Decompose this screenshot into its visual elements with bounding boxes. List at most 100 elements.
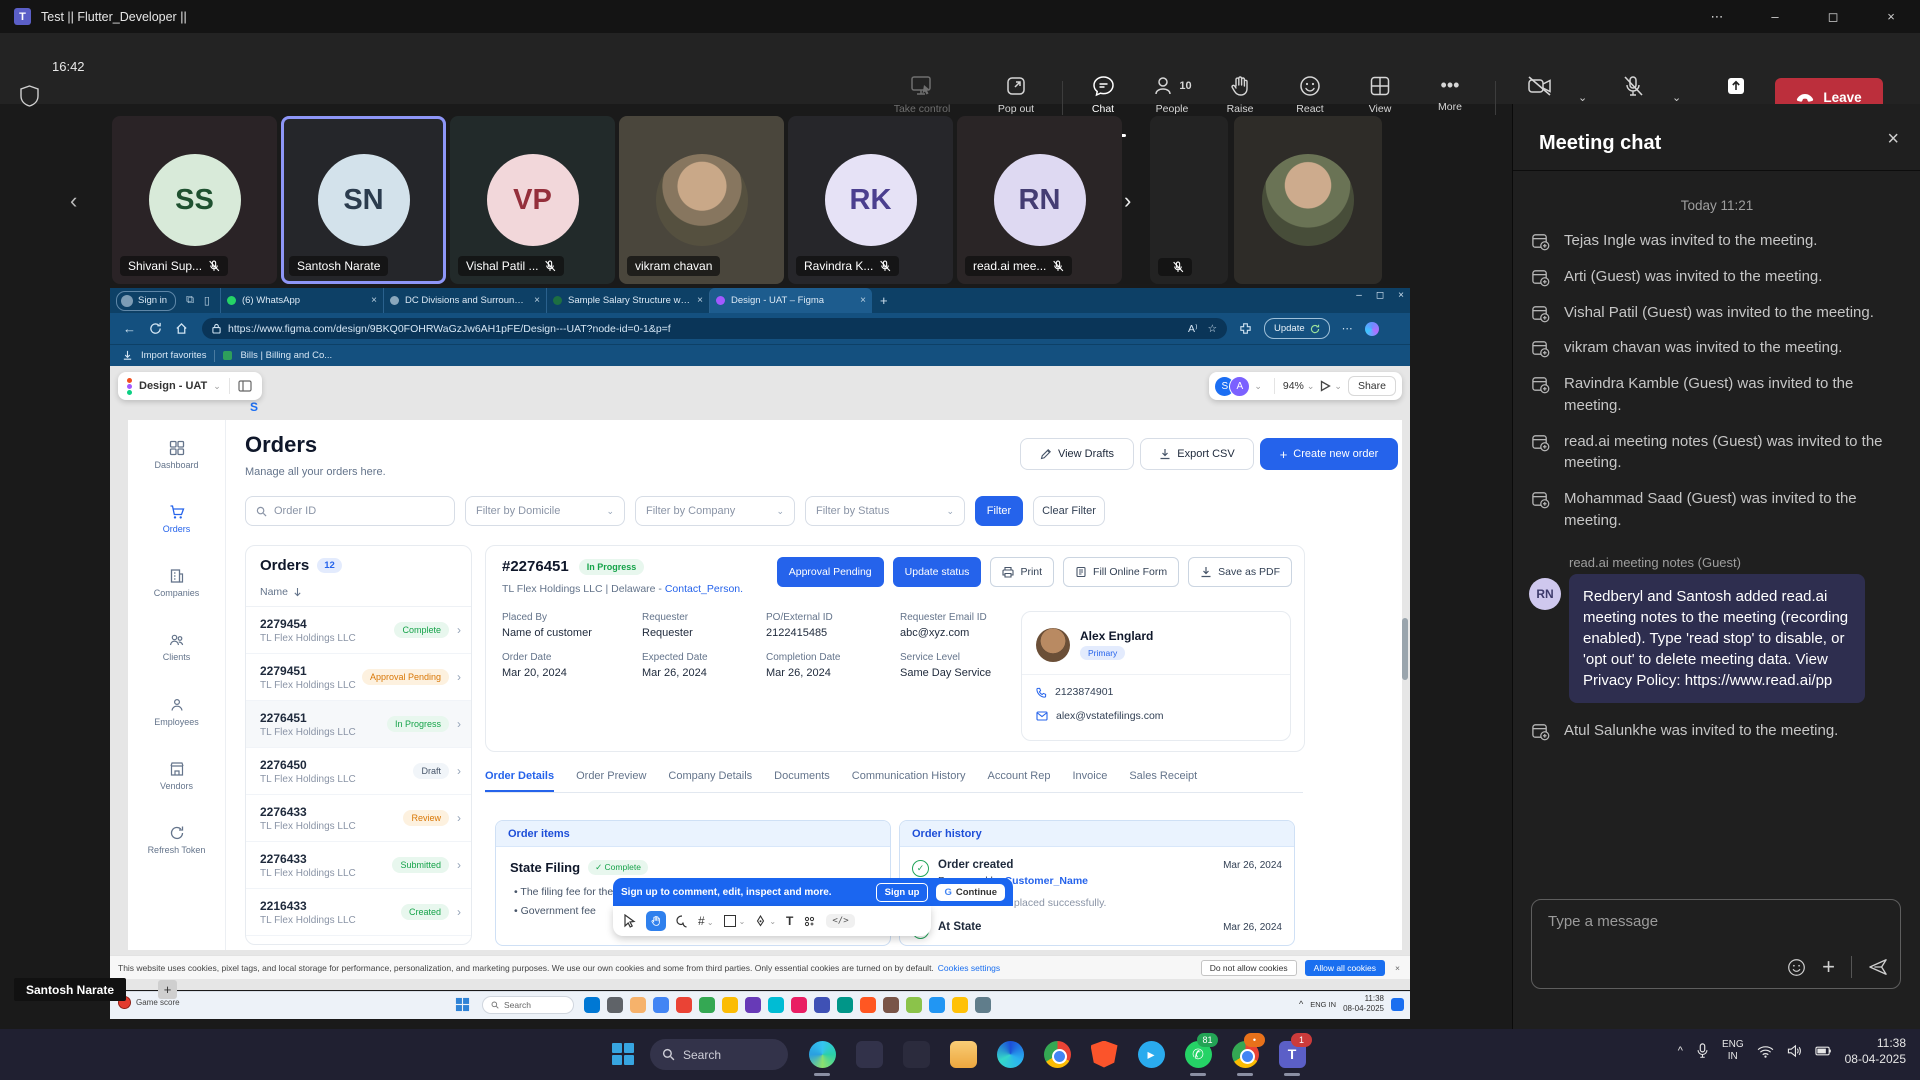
detail-tab[interactable]: Documents	[774, 770, 830, 792]
bookmark-link[interactable]: Bills | Billing and Co...	[240, 350, 332, 361]
move-tool-icon[interactable]	[623, 914, 636, 928]
sidebar-item-refresh-token[interactable]: Refresh Token	[128, 825, 225, 855]
remote-app-icon[interactable]	[699, 997, 715, 1013]
tray-mic-icon[interactable]	[1696, 1043, 1709, 1059]
detail-tab[interactable]: Company Details	[668, 770, 752, 792]
contact-phone[interactable]: 2123874901	[1055, 686, 1113, 698]
text-tool-icon[interactable]: T	[786, 914, 793, 928]
remote-app-icon[interactable]	[814, 997, 830, 1013]
filter-status-select[interactable]: Filter by Status⌄	[805, 496, 965, 526]
remote-app-icon[interactable]	[584, 997, 600, 1013]
detail-tab[interactable]: Account Rep	[988, 770, 1051, 792]
chat-button[interactable]: Chat	[1075, 75, 1131, 115]
taskbar-app-icon[interactable]	[946, 1037, 980, 1071]
zoom-chevron-icon[interactable]: ⌄	[1307, 381, 1315, 392]
remote-app-icon[interactable]	[791, 997, 807, 1013]
taskbar-app-icon[interactable]	[899, 1037, 933, 1071]
google-continue-button[interactable]: GContinue	[936, 884, 1005, 901]
hand-tool-icon[interactable]	[646, 911, 666, 931]
window-close-icon[interactable]: ×	[1862, 0, 1920, 33]
dev-mode-toggle[interactable]: </>	[826, 914, 854, 928]
taskbar-app-icon[interactable]	[1040, 1037, 1074, 1071]
export-csv-button[interactable]: Export CSV	[1140, 438, 1254, 470]
view-drafts-button[interactable]: View Drafts	[1020, 438, 1134, 470]
present-icon[interactable]	[1320, 380, 1331, 392]
window-more-icon[interactable]: ⋯	[1688, 0, 1746, 33]
participant-tile[interactable]: vikram chavan	[619, 116, 784, 284]
remote-app-icon[interactable]	[745, 997, 761, 1013]
approval-pending-button[interactable]: Approval Pending	[777, 557, 884, 587]
start-button[interactable]	[612, 1043, 634, 1065]
taskbar-app-icon[interactable]	[1087, 1037, 1121, 1071]
taskbar-app-icon[interactable]: •	[1228, 1037, 1262, 1071]
remote-app-icon[interactable]	[768, 997, 784, 1013]
cookie-settings-link[interactable]: Cookies settings	[938, 963, 1000, 973]
remote-app-icon[interactable]	[837, 997, 853, 1013]
detail-tab[interactable]: Sales Receipt	[1129, 770, 1197, 792]
detail-tab[interactable]: Communication History	[852, 770, 966, 792]
participant-tile[interactable]	[1150, 116, 1228, 284]
remote-app-icon[interactable]	[975, 997, 991, 1013]
volume-icon[interactable]	[1787, 1044, 1802, 1058]
doc-title-chevron-icon[interactable]: ⌄	[213, 381, 221, 392]
extensions-icon[interactable]	[1239, 322, 1252, 335]
copilot-icon[interactable]	[1365, 322, 1379, 336]
sidebar-item-dashboard[interactable]: Dashboard	[128, 440, 225, 470]
figma-signup-button[interactable]: Sign up	[876, 883, 929, 902]
participant-tile[interactable]: SS Shivani Sup...	[112, 116, 277, 284]
order-list-row[interactable]: 2216433 TL Flex Holdings LLC Created ›	[246, 889, 471, 936]
order-list-row[interactable]: 2276433 TL Flex Holdings LLC Submitted ›	[246, 842, 471, 889]
contact-email[interactable]: alex@vstatefilings.com	[1056, 710, 1164, 722]
participant-tile[interactable]: RK Ravindra K...	[788, 116, 953, 284]
language-indicator[interactable]: ENG IN	[1722, 1039, 1744, 1063]
vertical-tabs-icon[interactable]: ▯	[204, 294, 210, 307]
home-icon[interactable]	[175, 322, 188, 335]
order-list-row[interactable]: 2276433 TL Flex Holdings LLC Review ›	[246, 795, 471, 842]
sidebar-item-companies[interactable]: Companies	[128, 568, 225, 598]
order-list-row[interactable]: 2276451 TL Flex Holdings LLC In Progress…	[246, 701, 471, 748]
refresh-icon[interactable]	[149, 322, 162, 335]
remote-app-icon[interactable]	[676, 997, 692, 1013]
detail-tab[interactable]: Order Details	[485, 770, 554, 792]
layout-panel-icon[interactable]	[238, 380, 252, 392]
more-button[interactable]: ••• More	[1422, 75, 1478, 113]
pop-out-button[interactable]: Pop out	[985, 75, 1047, 115]
remote-start-icon[interactable]	[455, 997, 470, 1012]
tiles-scroll-left-icon[interactable]: ‹	[70, 188, 77, 214]
window-maximize-icon[interactable]: ◻	[1804, 0, 1862, 33]
chat-close-icon[interactable]: ×	[1887, 128, 1899, 151]
zoom-level[interactable]: 94%	[1283, 380, 1304, 392]
tab-close-icon[interactable]: ×	[371, 295, 377, 306]
order-id-search-input[interactable]: Order ID	[245, 496, 455, 526]
clear-filter-button[interactable]: Clear Filter	[1033, 496, 1105, 526]
order-list-row[interactable]: 2279454 TL Flex Holdings LLC Complete ›	[246, 607, 471, 654]
sidebar-item-clients[interactable]: Clients	[128, 632, 225, 662]
remote-notification-badge[interactable]	[1391, 998, 1404, 1011]
tab-close-icon[interactable]: ×	[697, 295, 703, 306]
taskbar-app-icon[interactable]	[852, 1037, 886, 1071]
deny-cookies-button[interactable]: Do not allow cookies	[1201, 960, 1297, 976]
remote-app-icon[interactable]	[630, 997, 646, 1013]
attach-plus-icon[interactable]: +	[1822, 956, 1835, 978]
taskbar-app-icon[interactable]	[993, 1037, 1027, 1071]
remote-app-icon[interactable]	[653, 997, 669, 1013]
tab-actions-icon[interactable]: ⧉	[186, 294, 194, 307]
filter-company-select[interactable]: Filter by Company⌄	[635, 496, 795, 526]
detail-tab[interactable]: Invoice	[1072, 770, 1107, 792]
fill-online-form-button[interactable]: Fill Online Form	[1063, 557, 1179, 587]
send-icon[interactable]	[1868, 958, 1888, 976]
lasso-tool-icon[interactable]	[676, 915, 688, 928]
taskbar-search-box[interactable]: Search	[650, 1039, 788, 1070]
tray-chevron-icon[interactable]: ^	[1299, 999, 1303, 1009]
tiles-scroll-right-icon[interactable]: ›	[1124, 188, 1131, 214]
order-list-row[interactable]: 2276450 TL Flex Holdings LLC Draft ›	[246, 748, 471, 795]
update-status-button[interactable]: Update status	[893, 557, 982, 587]
present-chevron-icon[interactable]: ⌄	[1334, 381, 1342, 392]
remote-app-icon[interactable]	[883, 997, 899, 1013]
participant-tile[interactable]: VP Vishal Patil ...	[450, 116, 615, 284]
chat-message-input[interactable]: Type a message +	[1531, 899, 1901, 989]
contact-person-link[interactable]: Contact_Person.	[665, 583, 743, 595]
frame-tool-icon[interactable]: # ⌄	[698, 914, 714, 928]
wifi-icon[interactable]	[1757, 1045, 1774, 1058]
read-aloud-icon[interactable]: A⁾	[1188, 323, 1198, 335]
